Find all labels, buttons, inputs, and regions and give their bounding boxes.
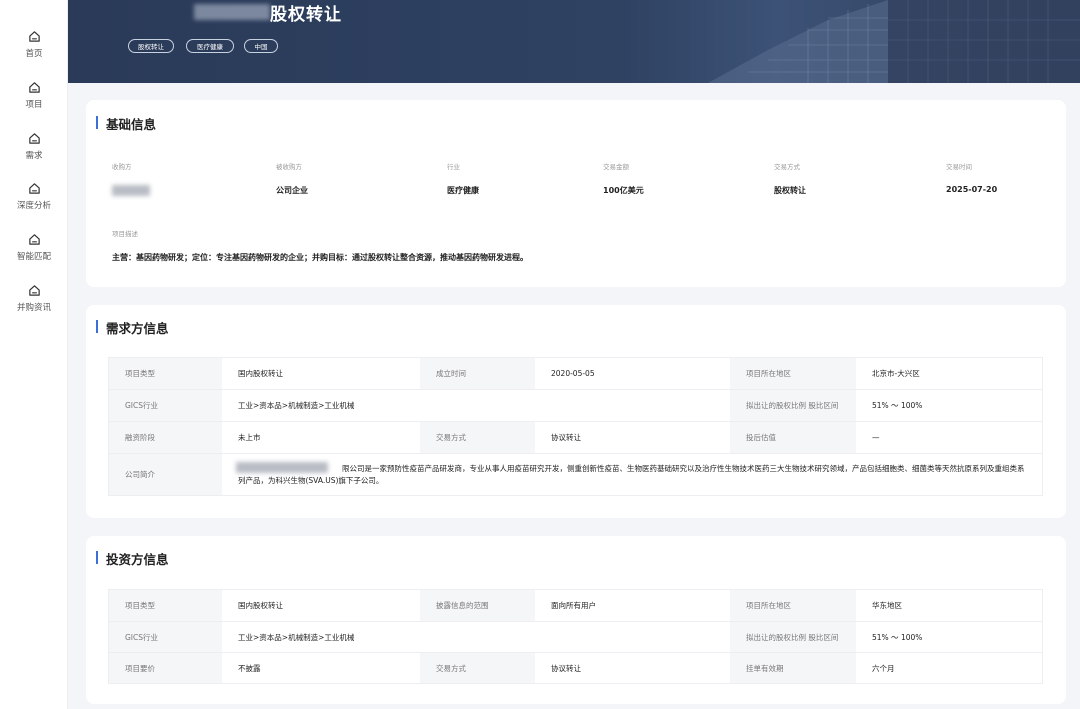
table-label: 融资阶段 xyxy=(109,422,222,453)
info-label: 项目描述 xyxy=(112,230,138,238)
sidebar-item-label: 智能匹配 xyxy=(16,252,51,262)
table-label: 交易方式 xyxy=(420,653,535,683)
table-value: 北京市-大兴区 xyxy=(872,369,920,378)
info-value: 股权转让 xyxy=(774,186,806,195)
info-label: 被收购方 xyxy=(276,163,302,171)
table-value: 协议转让 xyxy=(551,663,581,673)
sidebar-item-label: 深度分析 xyxy=(16,201,51,211)
tag-china[interactable]: 中国 xyxy=(244,39,278,53)
investor-info-table: 项目类型 国内股权转让 披露信息的范围 面向所有用户 项目所在地区 华东地区 G… xyxy=(108,589,1043,684)
table-value: 工业>资本品>机械制造>工业机械 xyxy=(238,401,355,410)
table-label: 项目类型 xyxy=(109,590,222,621)
info-label: 行业 xyxy=(447,163,460,171)
page-title: 股权转让 xyxy=(270,5,342,25)
investor-info-card: 投资方信息 项目类型 国内股权转让 披露信息的范围 面向所有用户 项目所在地区 … xyxy=(86,536,1066,704)
table-label: 披露信息的范围 xyxy=(420,590,535,621)
sidebar-item-ma-news[interactable]: 并购资讯 xyxy=(0,284,68,313)
table-label: GICS行业 xyxy=(109,622,222,652)
table-row: 公司简介 限公司是一家预防性疫苗产品研发商，专业从事人用疫苗研究开发，侧重创新性… xyxy=(109,453,1042,495)
section-title: 基础信息 xyxy=(96,114,156,133)
table-value: 国内股权转让 xyxy=(238,601,283,610)
redacted-acquirer xyxy=(112,185,150,196)
table-value: 面向所有用户 xyxy=(551,601,596,610)
table-label: 交易方式 xyxy=(420,422,535,453)
table-label: 项目要价 xyxy=(109,653,222,683)
table-row: 融资阶段 未上市 交易方式 协议转让 投后估值 — xyxy=(109,421,1042,453)
redacted-company-name xyxy=(194,4,270,20)
table-value: 协议转让 xyxy=(551,433,581,442)
table-value: 国内股权转让 xyxy=(238,369,283,378)
header-banner: 股权转让 股权转让 医疗健康 中国 xyxy=(68,0,1080,83)
home-icon xyxy=(28,82,40,93)
table-value: 51% ～ 100% xyxy=(872,401,923,410)
home-icon xyxy=(28,133,40,144)
table-value: 华东地区 xyxy=(872,601,902,610)
table-row: 项目要价 不披露 交易方式 协议转让 挂单有效期 六个月 xyxy=(109,652,1042,683)
sidebar-item-label: 首页 xyxy=(25,49,43,59)
table-label: 挂单有效期 xyxy=(730,653,856,683)
table-value: 工业>资本品>机械制造>工业机械 xyxy=(238,632,355,642)
info-label: 交易时间 xyxy=(946,163,972,171)
sidebar-item-smart-match[interactable]: 智能匹配 xyxy=(0,233,68,262)
table-row: 项目类型 国内股权转让 披露信息的范围 面向所有用户 项目所在地区 华东地区 xyxy=(109,590,1042,621)
table-value: 未上市 xyxy=(238,433,261,442)
sidebar-item-demand[interactable]: 需求 xyxy=(0,132,68,161)
table-label: 项目所在地区 xyxy=(730,590,856,621)
table-value: — xyxy=(872,433,880,442)
table-label: 成立时间 xyxy=(420,358,535,389)
info-label: 交易方式 xyxy=(774,163,800,171)
table-row: 项目类型 国内股权转让 成立时间 2020-05-05 项目所在地区 北京市-大… xyxy=(109,358,1042,389)
table-value: 2020-05-05 xyxy=(551,369,595,378)
info-value: 公司企业 xyxy=(276,186,308,195)
home-icon xyxy=(28,31,40,42)
sidebar-item-label: 项目 xyxy=(25,100,43,110)
table-label: 投后估值 xyxy=(730,422,856,453)
sidebar-item-deep-analysis[interactable]: 深度分析 xyxy=(0,182,68,211)
info-label: 收购方 xyxy=(112,163,132,171)
home-icon xyxy=(28,234,40,245)
info-value: 2025-07-20 xyxy=(946,185,998,194)
section-title: 需求方信息 xyxy=(96,318,169,337)
table-label: 拟出让的股权比例 股比区间 xyxy=(730,622,856,652)
home-icon xyxy=(28,183,40,194)
basic-info-card: 基础信息 收购方 被收购方 行业 交易金额 交易方式 交易时间 公司企业 医疗健… xyxy=(86,100,1066,287)
demand-info-card: 需求方信息 项目类型 国内股权转让 成立时间 2020-05-05 项目所在地区… xyxy=(86,305,1066,518)
info-value: 100亿美元 xyxy=(603,186,644,195)
tag-equity-transfer[interactable]: 股权转让 xyxy=(128,39,174,53)
company-profile: 限公司是一家预防性疫苗产品研发商，专业从事人用疫苗研究开发，侧重创新性疫苗、生物… xyxy=(238,463,1025,485)
project-description: 主营：基因药物研发；定位：专注基因药物研发的企业；并购目标：通过股权转让整合资源… xyxy=(112,253,528,262)
section-title: 投资方信息 xyxy=(96,549,169,568)
table-label: GICS行业 xyxy=(109,390,222,421)
table-label: 公司简介 xyxy=(109,454,222,495)
demand-info-table: 项目类型 国内股权转让 成立时间 2020-05-05 项目所在地区 北京市-大… xyxy=(108,357,1043,496)
table-row: GICS行业 工业>资本品>机械制造>工业机械 拟出让的股权比例 股比区间 51… xyxy=(109,389,1042,421)
table-row: GICS行业 工业>资本品>机械制造>工业机械 拟出让的股权比例 股比区间 51… xyxy=(109,621,1042,652)
table-value: 六个月 xyxy=(872,663,895,673)
table-label: 项目所在地区 xyxy=(730,358,856,389)
table-value: 51% ～ 100% xyxy=(872,632,923,642)
sidebar-item-label: 并购资讯 xyxy=(16,303,51,313)
info-value: 医疗健康 xyxy=(447,186,479,195)
info-label: 交易金额 xyxy=(603,163,629,171)
sidebar-item-home[interactable]: 首页 xyxy=(0,30,68,59)
table-label: 项目类型 xyxy=(109,358,222,389)
sidebar-item-label: 需求 xyxy=(25,151,43,161)
table-label: 拟出让的股权比例 股比区间 xyxy=(730,390,856,421)
home-icon xyxy=(28,285,40,296)
tag-healthcare[interactable]: 医疗健康 xyxy=(186,39,234,53)
sidebar: 首页 项目 需求 深度分析 智能匹配 并购资讯 xyxy=(0,0,68,709)
sidebar-item-projects[interactable]: 项目 xyxy=(0,81,68,110)
table-value: 不披露 xyxy=(238,663,261,673)
